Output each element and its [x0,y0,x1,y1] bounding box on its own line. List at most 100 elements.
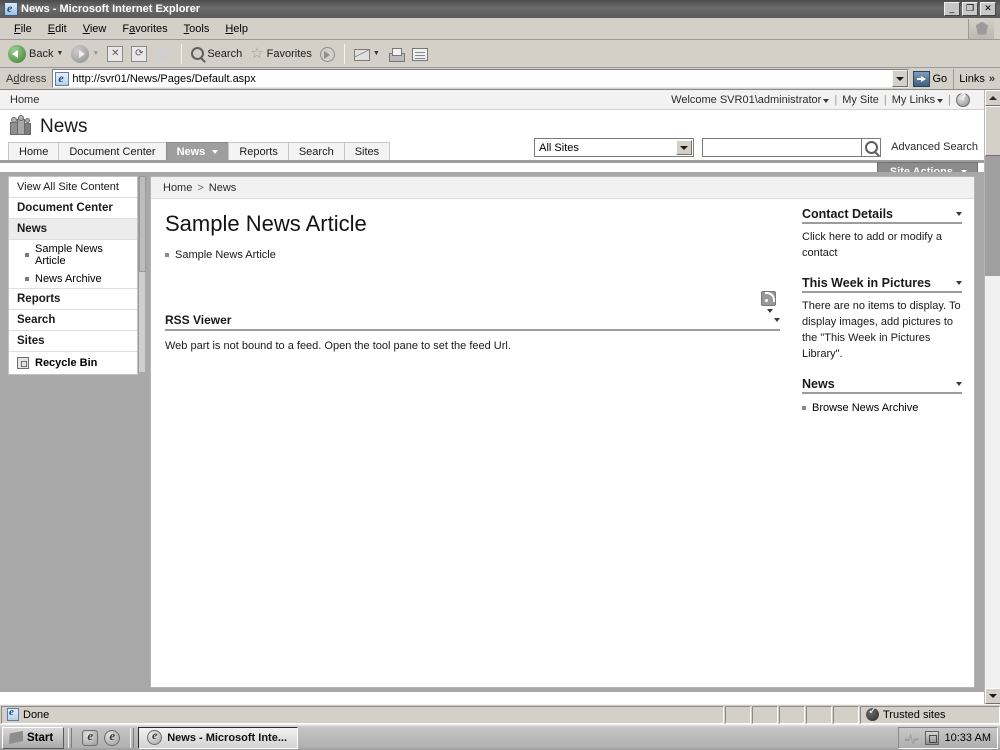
forward-button[interactable]: ▼ [67,42,103,66]
sidebar-item-view-all-site-content[interactable]: View All Site Content [9,177,137,198]
media-button[interactable] [316,42,339,66]
sidebar-item-search[interactable]: Search [9,310,137,331]
webpart-title: Contact Details [802,207,893,221]
webpart-menu-icon[interactable] [956,381,962,386]
bullet-icon [25,277,29,281]
tab-sites[interactable]: Sites [343,142,391,160]
page-scrollbar[interactable] [984,90,1000,704]
edit-button[interactable] [408,42,432,66]
links-button[interactable]: Links » [953,68,1000,89]
close-button[interactable]: ✕ [980,2,996,16]
search-scope-value: All Sites [539,141,579,154]
refresh-button[interactable]: ⟳ [127,42,151,66]
search-scope-select[interactable]: All Sites [534,138,695,157]
network-connection-icon[interactable] [924,730,939,745]
tab-home[interactable]: Home [8,142,60,160]
webpart-menu-icon[interactable] [774,318,780,322]
menu-favorites[interactable]: Favorites [114,21,175,37]
mail-dropdown-icon[interactable]: ▼ [373,50,380,57]
tab-document-center[interactable]: Document Center [58,142,167,160]
tab-news[interactable]: News [165,142,230,160]
mail-button[interactable]: ▼ [350,42,384,66]
help-icon[interactable] [956,92,970,107]
scope-dropdown-button[interactable] [676,140,693,155]
chevron-down-icon [937,98,944,103]
search-input[interactable] [702,138,863,157]
go-button[interactable]: Go [909,70,954,87]
my-site-link[interactable]: My Site [842,94,879,106]
print-button[interactable] [384,42,408,66]
menu-tools[interactable]: Tools [176,21,218,37]
chevron-down-icon [895,76,904,81]
address-dropdown-button[interactable] [891,70,908,87]
forward-dropdown-icon[interactable]: ▼ [92,50,99,57]
internet-explorer-icon [147,728,163,745]
taskbar-button-news[interactable]: News - Microsoft Inte... [138,726,299,749]
internet-explorer-icon[interactable] [104,728,121,746]
breadcrumb-home[interactable]: Home [163,182,192,194]
chevron-up-icon [989,96,997,100]
quick-launch-bar [76,728,126,746]
webpart-menu-icon[interactable] [956,280,962,285]
chevron-down-icon[interactable] [766,309,773,313]
scrollbar-thumb[interactable] [139,176,146,272]
links-label: Links [959,72,985,85]
sidebar-item-recycle-bin[interactable]: Recycle Bin [9,352,137,374]
clock[interactable]: 10:33 AM [945,732,991,744]
address-input[interactable]: http://svr01/News/Pages/Default.aspx [52,69,909,88]
restore-button[interactable]: ❐ [962,2,978,16]
taskband-grip[interactable] [130,727,135,748]
search-submit-button[interactable] [862,138,882,157]
quick-launch-scrollbar[interactable] [138,176,146,372]
toolbar-grip[interactable] [68,727,73,748]
advanced-search-link[interactable]: Advanced Search [891,138,978,153]
home-button[interactable] [151,42,176,66]
bullet-icon [165,253,169,257]
start-button[interactable]: Start [2,726,65,749]
back-dropdown-icon[interactable]: ▼ [56,50,63,57]
scroll-up-button[interactable] [985,90,1000,106]
stop-button[interactable]: ✕ [103,42,127,66]
site-logo-area: News [0,110,1000,138]
sidebar-label: Recycle Bin [35,357,98,369]
menu-edit[interactable]: Edit [40,21,75,37]
browser-viewport: Home Welcome SVR01\administrator | My Si… [0,90,1000,704]
window-title: News - Microsoft Internet Explorer [21,3,201,15]
welcome-menu[interactable]: Welcome SVR01\administrator [671,94,830,106]
sidebar-item-sites[interactable]: Sites [9,331,137,352]
favorites-icon: ☆ [250,44,264,62]
global-breadcrumb-home[interactable]: Home [0,94,39,106]
tab-reports[interactable]: Reports [228,142,289,160]
sharepoint-body: View All Site Content Document Center Ne… [0,172,1000,692]
network-activity-icon[interactable] [904,733,919,745]
sidebar-item-news[interactable]: News [9,219,137,240]
sidebar-item-news-archive[interactable]: News Archive [9,270,137,289]
article-list-item[interactable]: Sample News Article [165,249,780,261]
webpart-header: This Week in Pictures [802,276,962,293]
right-column: Contact Details Click here to add or mod… [794,199,974,428]
sidebar-item-sample-news-article[interactable]: Sample News Article [9,240,137,270]
webpart-menu-icon[interactable] [956,212,962,216]
menu-help[interactable]: Help [217,21,256,37]
tab-search[interactable]: Search [287,142,345,160]
show-desktop-icon[interactable] [82,728,99,746]
menu-file[interactable]: FFileile [6,21,40,37]
search-label: Search [207,47,243,60]
my-links-menu[interactable]: My Links [892,94,944,106]
browse-news-archive-link[interactable]: Browse News Archive [802,394,962,414]
sidebar-item-reports[interactable]: Reports [9,289,137,310]
scrollbar-thumb[interactable] [985,106,1000,156]
security-zone-pane[interactable]: Trusted sites [860,705,1000,724]
scrollbar-track[interactable] [985,156,1000,276]
minimize-button[interactable]: _ [944,2,960,16]
double-chevron-icon[interactable]: » [989,73,995,85]
sidebar-item-document-center[interactable]: Document Center [9,198,137,219]
scroll-down-button[interactable] [985,688,1000,704]
favorites-button[interactable]: ☆ Favorites [246,42,316,66]
rss-icon[interactable] [761,291,776,306]
stop-icon: ✕ [107,46,124,62]
search-button[interactable]: Search [187,42,246,66]
webpart-body[interactable]: Click here to add or modify a contact [802,224,962,262]
back-button[interactable]: Back ▼ [4,42,67,66]
menu-view[interactable]: View [75,21,115,37]
